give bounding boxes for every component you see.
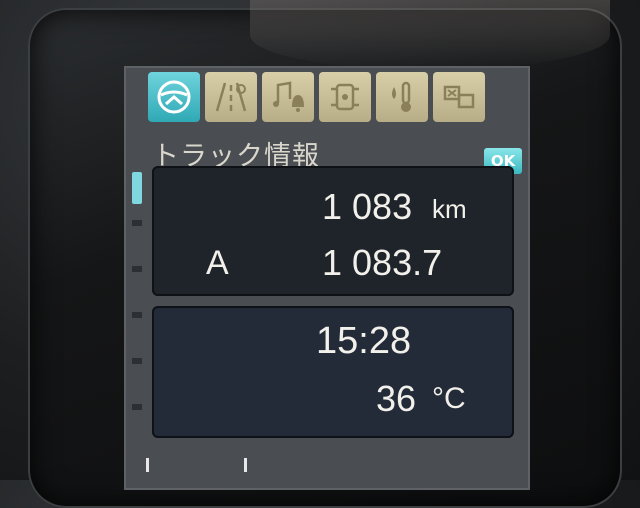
scroll-tick xyxy=(132,220,142,226)
road-icon xyxy=(215,82,247,112)
dashboard-config-icon xyxy=(443,85,475,109)
steering-wheel-icon xyxy=(157,80,191,114)
temperature-value: 36 xyxy=(376,378,417,419)
scroll-thumb[interactable] xyxy=(132,172,142,204)
scroll-tick xyxy=(132,358,142,364)
scroll-tick xyxy=(132,312,142,318)
odometer-unit: km xyxy=(432,194,467,224)
tab-truck-info[interactable] xyxy=(148,72,200,122)
glass-reflection xyxy=(250,0,610,70)
bottom-tick xyxy=(244,458,247,472)
instrument-screen: トラック情報 OK 1 083 km A 1 083.7 15:28 36 °C xyxy=(124,66,530,490)
trip-label: A xyxy=(206,244,229,282)
clock-panel[interactable]: 15:28 36 °C xyxy=(152,306,514,438)
tab-climate[interactable] xyxy=(376,72,428,122)
clock-time: 15:28 xyxy=(316,320,412,362)
scroll-tick xyxy=(132,266,142,272)
temperature-unit: °C xyxy=(432,382,466,415)
menu-tab-bar xyxy=(148,72,485,124)
music-bell-icon xyxy=(273,81,304,112)
trip-panel[interactable]: 1 083 km A 1 083.7 xyxy=(152,166,514,296)
tab-audio[interactable] xyxy=(262,72,314,122)
bottom-tick xyxy=(146,458,149,472)
tab-dashboard-config[interactable] xyxy=(433,72,485,122)
thermometer-icon xyxy=(392,81,411,112)
scroll-tick xyxy=(132,404,142,410)
tab-vehicle-settings[interactable] xyxy=(319,72,371,122)
scroll-indicator[interactable] xyxy=(132,172,142,488)
odometer-value: 1 083 xyxy=(322,186,413,227)
trip-value: 1 083.7 xyxy=(322,242,443,283)
tab-road[interactable] xyxy=(205,72,257,122)
vehicle-settings-icon xyxy=(331,83,359,111)
